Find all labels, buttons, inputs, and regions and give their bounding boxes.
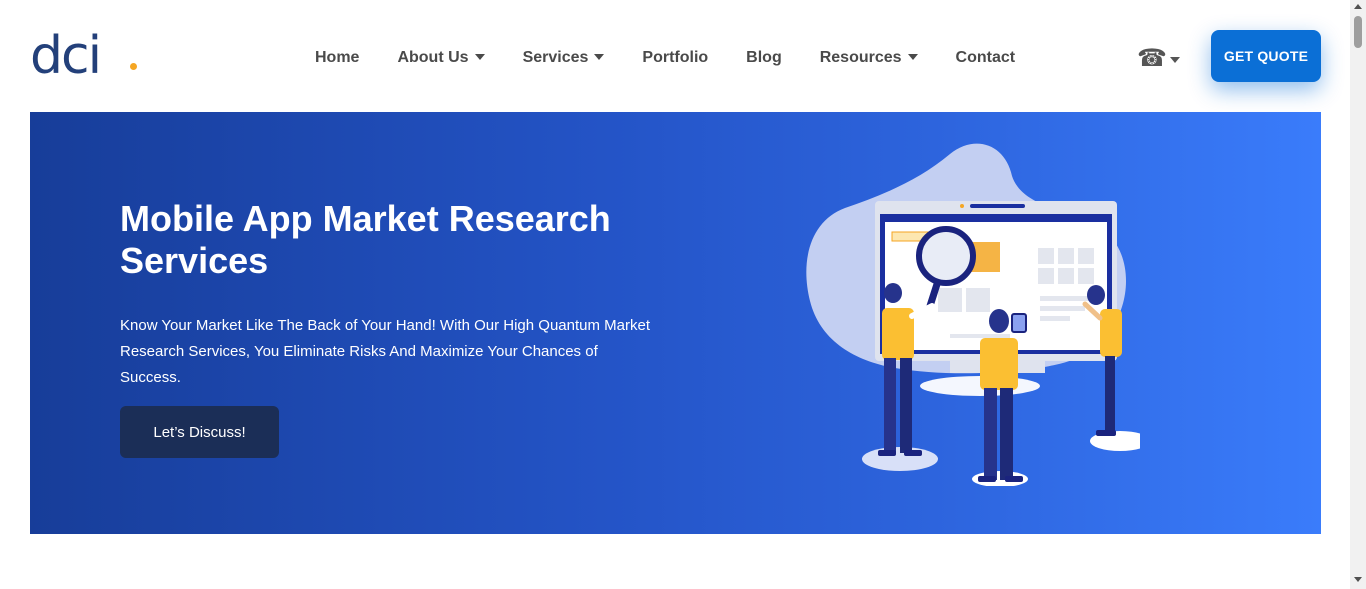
person-head [1087,285,1105,305]
text-line [1040,306,1085,311]
caret-down-icon [474,54,485,60]
person-shoe [878,450,896,456]
nav-item-label: Portfolio [642,49,709,66]
caret-down-icon [907,54,918,60]
scroll-thumb[interactable] [1354,16,1362,48]
site-header: dci Home About Us Services Portfolio Blo… [0,0,1350,112]
person-legs [884,358,896,453]
grid-cell [1038,248,1054,264]
caret-down-icon [594,54,605,60]
grid-cell [1038,268,1054,284]
nav-item-label: Contact [955,49,1016,66]
camera-bar [970,204,1025,208]
nav-item-blog[interactable]: Blog [727,44,801,72]
grid-cell [966,288,990,312]
camera-dot [960,204,964,208]
person-legs [984,388,997,480]
nav-item-about-us[interactable]: About Us [378,44,503,72]
person-shoe [904,450,922,456]
caret-down-icon [1169,57,1180,63]
nav-item-label: About Us [397,49,469,66]
person-shoe [978,476,996,482]
grid-cell [1078,268,1094,284]
person-body [980,338,1018,390]
nav-item-resources[interactable]: Resources [801,44,937,72]
person-head [989,309,1009,333]
person-shoe [1005,476,1023,482]
get-quote-button[interactable]: GET QUOTE [1211,30,1321,82]
logo-accent-dot [130,63,137,70]
nav-item-services[interactable]: Services [504,44,624,72]
grid-cell [938,288,962,312]
text-line [1040,316,1070,321]
grid-cell [1058,248,1074,264]
nav-item-label: Resources [819,49,902,66]
person-shoe [1096,430,1116,436]
telephone-icon: ☎ [1137,44,1167,72]
scroll-up-arrow-icon[interactable] [1354,4,1362,9]
nav-item-label: Services [522,49,589,66]
text-line [950,334,1010,338]
lets-discuss-button[interactable]: Let’s Discuss! [120,406,279,458]
person-legs [900,358,912,453]
hero-banner: Mobile App Market Research Services Know… [30,112,1321,534]
nav-item-home[interactable]: Home [296,44,378,72]
hero-title: Mobile App Market Research Services [120,198,611,281]
main-nav: Home About Us Services Portfolio Blog Re… [296,44,1034,72]
nav-item-contact[interactable]: Contact [937,44,1035,72]
hero-description: Know Your Market Like The Back of Your H… [120,317,650,386]
grid-cell [1078,248,1094,264]
dci-logo[interactable]: dci [30,30,137,82]
nav-item-label: Blog [746,49,782,66]
person-legs [1105,356,1115,434]
phone-device [1011,313,1027,333]
logo-text: dci [30,26,102,86]
phone-dropdown[interactable]: ☎ [1137,44,1180,72]
person-head [884,283,902,303]
nav-item-portfolio[interactable]: Portfolio [623,44,727,72]
person-body [1100,309,1122,357]
nav-item-label: Home [315,49,360,66]
scroll-down-arrow-icon[interactable] [1354,577,1362,582]
page-scrollbar[interactable] [1350,0,1366,589]
grid-cell [1058,268,1074,284]
market-research-illustration [806,143,1140,486]
magnifier-lens [916,226,976,286]
person-legs [1000,388,1013,480]
text-line [1040,296,1090,301]
